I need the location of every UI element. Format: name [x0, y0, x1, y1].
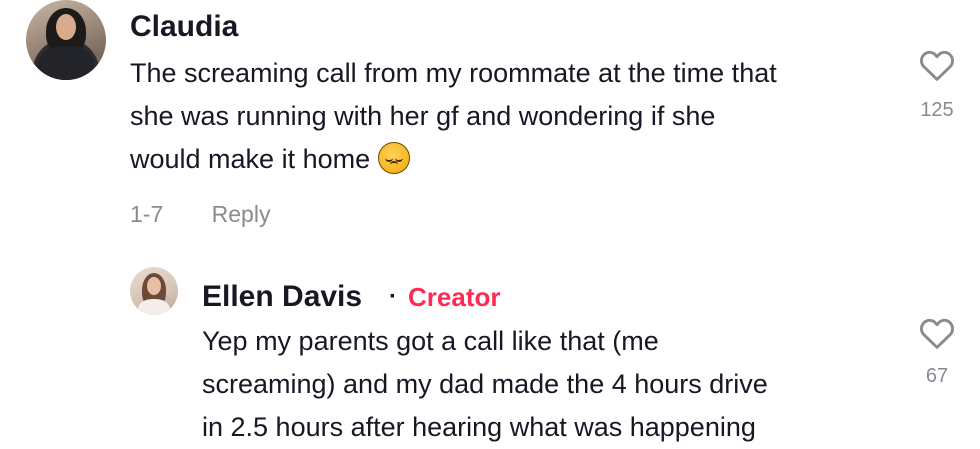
- avatar[interactable]: [130, 267, 178, 315]
- comment-item: Claudia The screaming call from my roomm…: [0, 0, 980, 250]
- comment-date: 1-7: [130, 201, 164, 227]
- like-button[interactable]: 125: [907, 48, 967, 122]
- comment-meta: 1-7 Reply: [130, 199, 270, 229]
- comment-text-line: would make it home: [130, 138, 777, 181]
- reply-username[interactable]: Ellen Davis: [202, 279, 362, 315]
- comment-text-line-content: would make it home: [130, 144, 371, 174]
- reply-text-line: Yep my parents got a call like that (me: [202, 326, 659, 356]
- reply-button[interactable]: Reply: [212, 201, 271, 227]
- comment-text: The screaming call from my roommate at t…: [130, 52, 777, 181]
- comment-text-line: The screaming call from my roommate at t…: [130, 58, 777, 88]
- like-count: 67: [925, 365, 949, 387]
- pensive-face-emoji-icon: [378, 142, 411, 174]
- avatar[interactable]: [26, 0, 106, 80]
- comment-text-line: she was running with her gf and wonderin…: [130, 101, 716, 131]
- creator-badge: Creator: [408, 282, 501, 312]
- reply-text-line: screaming) and my dad made the 4 hours d…: [202, 369, 768, 399]
- heart-outline-icon[interactable]: [907, 48, 967, 82]
- reply-text: Yep my parents got a call like that (me …: [202, 320, 768, 449]
- comment-username[interactable]: Claudia: [130, 9, 238, 45]
- comment-thread: Claudia The screaming call from my roomm…: [0, 0, 980, 449]
- reply-text-line: in 2.5 hours after hearing what was happ…: [202, 412, 756, 442]
- heart-outline-icon[interactable]: [907, 316, 967, 350]
- like-button[interactable]: 67: [907, 316, 967, 388]
- separator-dot: ·: [389, 283, 397, 310]
- like-count: 125: [920, 99, 954, 121]
